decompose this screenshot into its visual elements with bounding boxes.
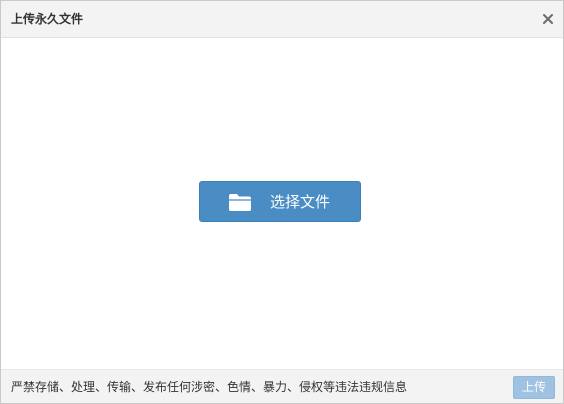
select-file-button[interactable]: 选择文件 bbox=[199, 181, 361, 222]
dialog-title: 上传永久文件 bbox=[11, 12, 84, 26]
dialog-footer: 严禁存储、处理、传输、发布任何涉密、色情、暴力、侵权等违法违规信息 上传 bbox=[1, 369, 563, 403]
folder-icon bbox=[228, 193, 252, 212]
dialog-content: 选择文件 bbox=[1, 38, 563, 369]
select-file-label: 选择文件 bbox=[270, 193, 331, 211]
dialog-titlebar: 上传永久文件 bbox=[1, 1, 563, 38]
compliance-notice: 严禁存储、处理、传输、发布任何涉密、色情、暴力、侵权等违法违规信息 bbox=[11, 380, 408, 394]
upload-button[interactable]: 上传 bbox=[513, 376, 555, 399]
upload-permanent-file-dialog: 上传永久文件 选择文件 严禁存储、处理、传输、发布任何涉密、色情、暴力、侵权等违… bbox=[0, 0, 564, 404]
close-icon[interactable] bbox=[540, 11, 556, 27]
